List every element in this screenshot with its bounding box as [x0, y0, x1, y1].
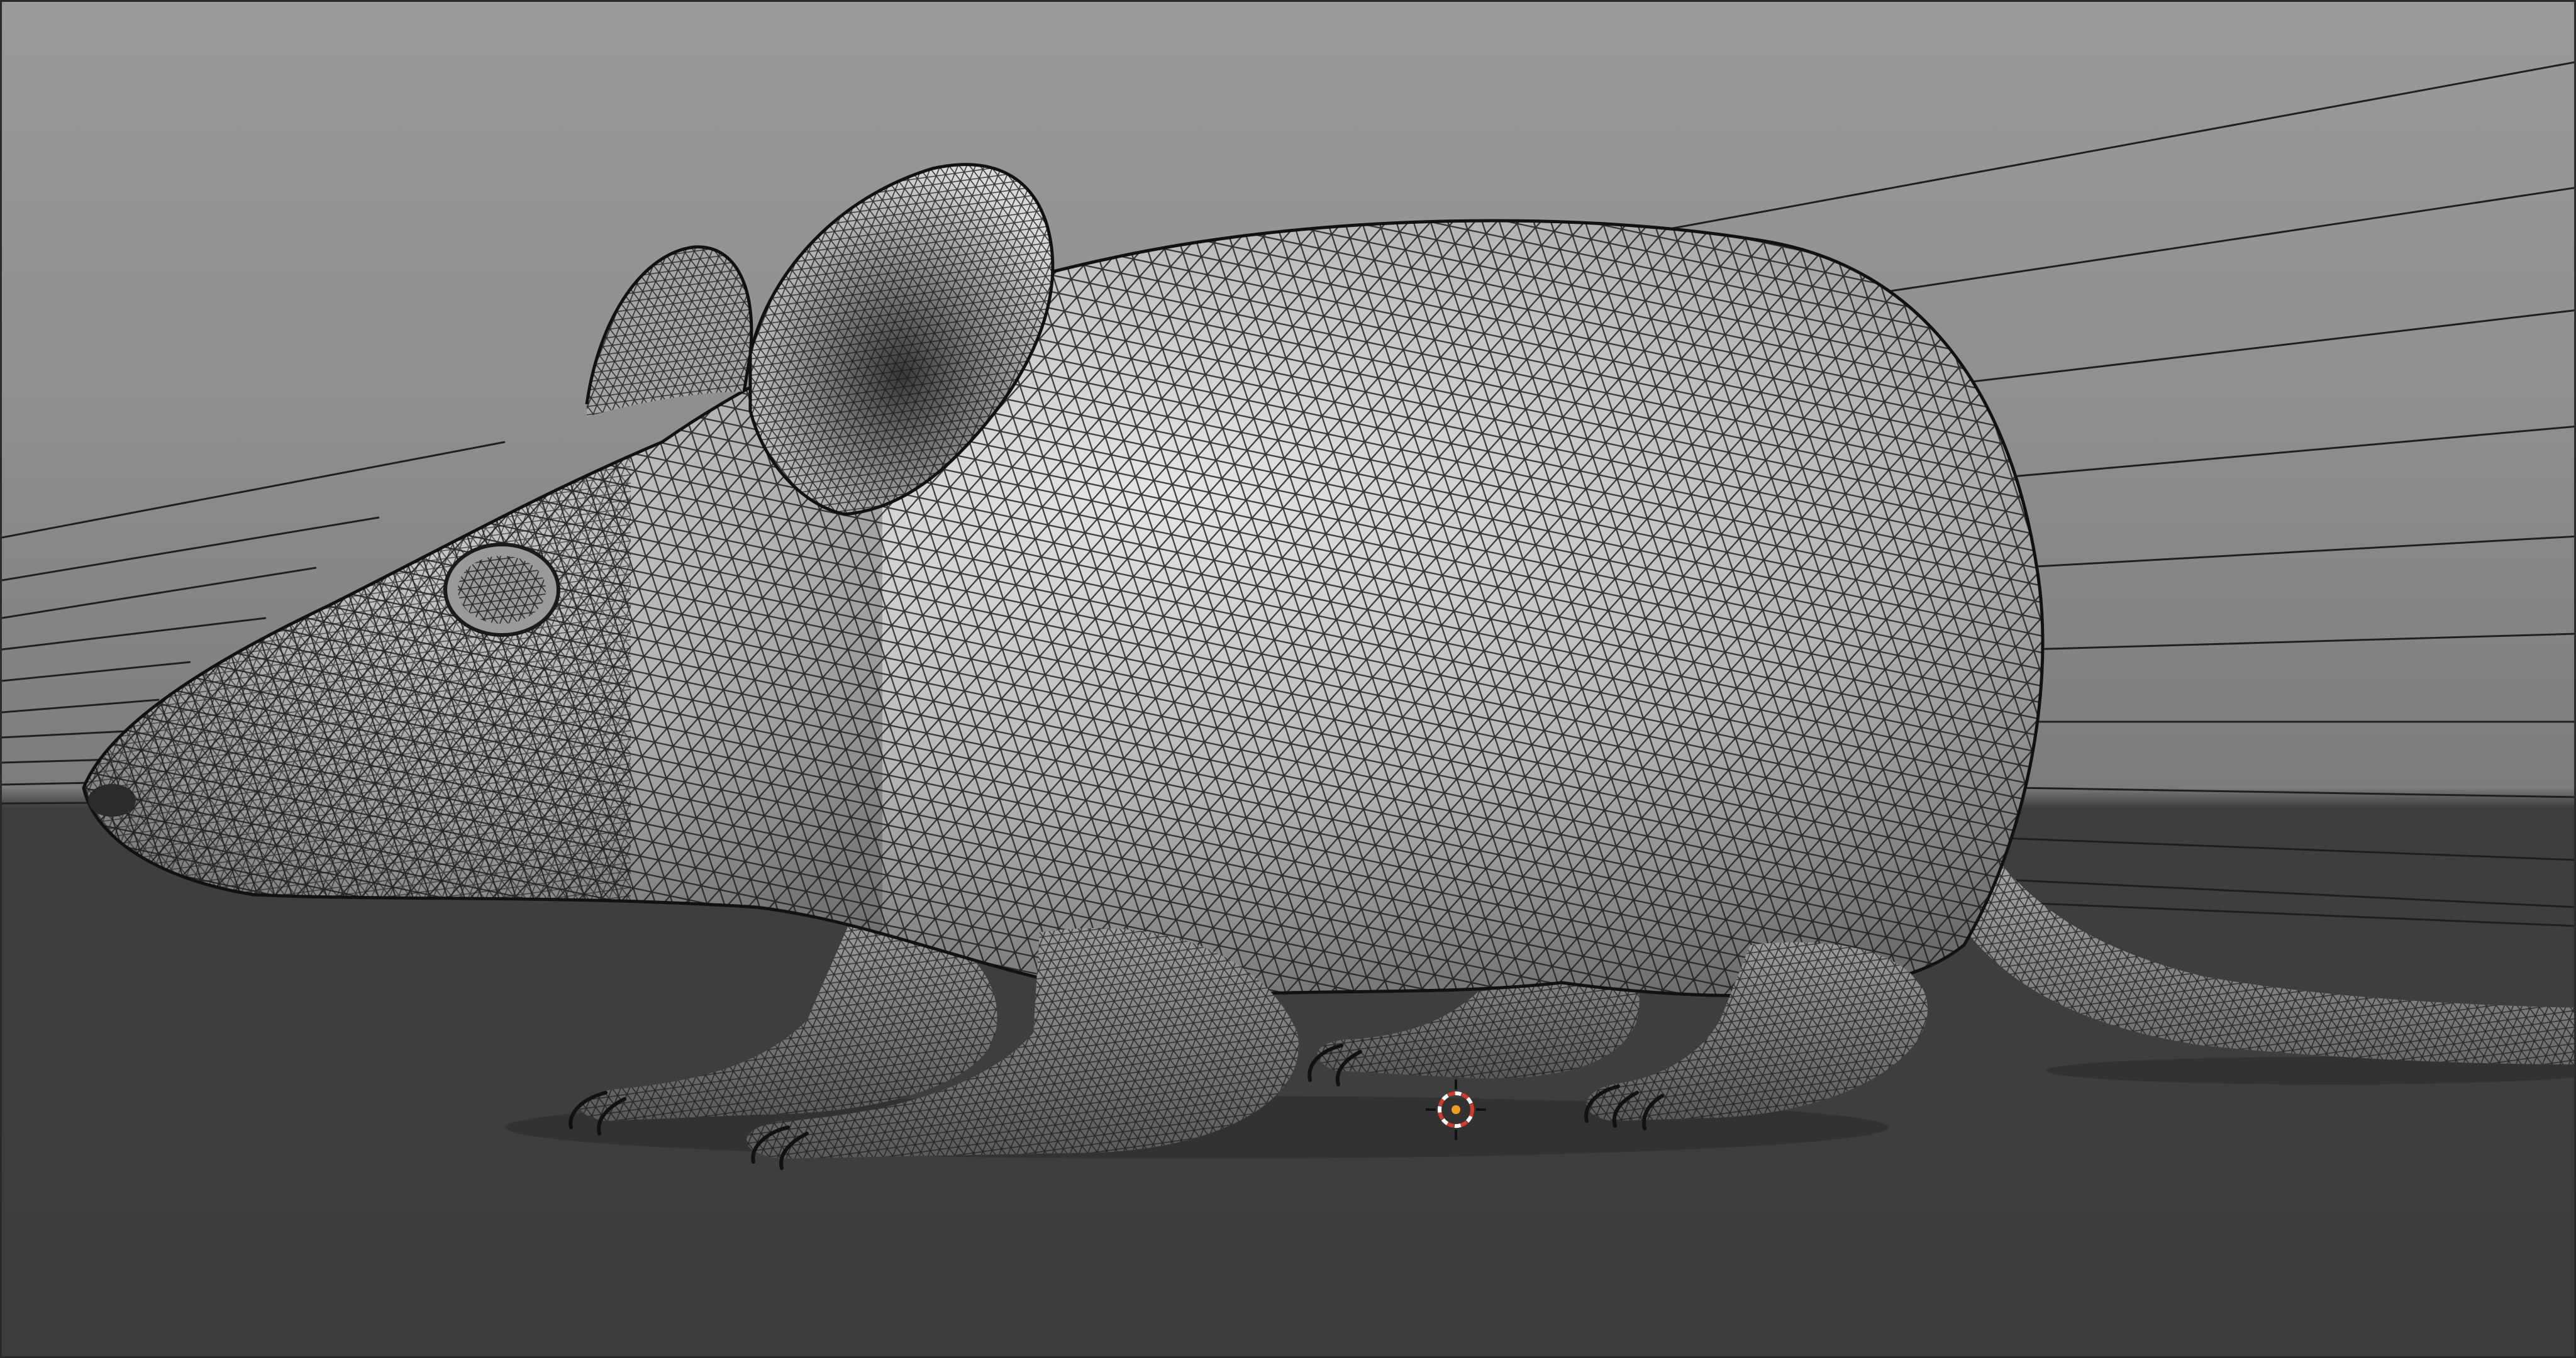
mouse-ear-far — [585, 245, 753, 417]
3d-viewport[interactable] — [0, 0, 2576, 1358]
viewport-scene[interactable] — [2, 2, 2576, 1358]
mouse-nose — [88, 784, 136, 817]
